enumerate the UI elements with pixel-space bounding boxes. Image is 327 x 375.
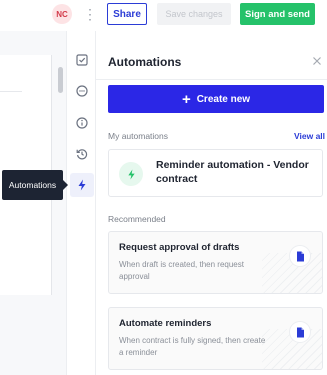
top-bar: NC ⋮ Share Save changes Sign and send (0, 0, 327, 31)
create-new-button[interactable]: + Create new (108, 85, 324, 113)
checkbox-icon[interactable] (75, 53, 89, 67)
my-automations-heading: My automations (108, 131, 168, 141)
plus-icon: + (181, 90, 191, 108)
recommended-description: When draft is created, then request appr… (119, 260, 244, 281)
sign-and-send-button[interactable]: Sign and send (240, 3, 315, 25)
automation-title: Reminder automation - Vendor contract (156, 159, 309, 186)
automation-card[interactable]: Reminder automation - Vendor contract (108, 149, 323, 197)
view-all-link[interactable]: View all (294, 131, 325, 141)
automations-tooltip: Automations (2, 170, 68, 200)
recommended-title: Automate reminders (119, 318, 212, 329)
recommended-card[interactable]: Automate reminders When contract is full… (108, 307, 323, 370)
divider (0, 91, 22, 92)
document-icon (289, 245, 311, 267)
panel-title: Automations (108, 55, 182, 69)
bolt-icon[interactable] (70, 173, 94, 197)
user-avatar[interactable]: NC (52, 4, 72, 24)
automations-panel: Automations + Create new My automations … (96, 31, 327, 375)
history-icon[interactable] (75, 147, 89, 161)
document-area (0, 31, 66, 375)
more-options-icon[interactable]: ⋮ (83, 4, 97, 24)
recommended-card[interactable]: Request approval of drafts When draft is… (108, 231, 323, 294)
recommended-title: Request approval of drafts (119, 242, 240, 253)
tool-rail (66, 31, 96, 375)
save-changes-button[interactable]: Save changes (157, 3, 231, 25)
recommended-heading: Recommended (108, 214, 166, 224)
recommended-description: When contract is fully signed, then crea… (119, 336, 266, 357)
scrollbar-thumb[interactable] (58, 67, 63, 93)
info-icon[interactable] (75, 116, 89, 130)
share-button[interactable]: Share (107, 3, 147, 25)
document-icon (289, 321, 311, 343)
comment-icon[interactable] (75, 84, 89, 98)
create-new-label: Create new (196, 93, 251, 105)
divider (96, 79, 327, 80)
bolt-icon (119, 162, 143, 186)
close-icon[interactable] (311, 54, 323, 66)
